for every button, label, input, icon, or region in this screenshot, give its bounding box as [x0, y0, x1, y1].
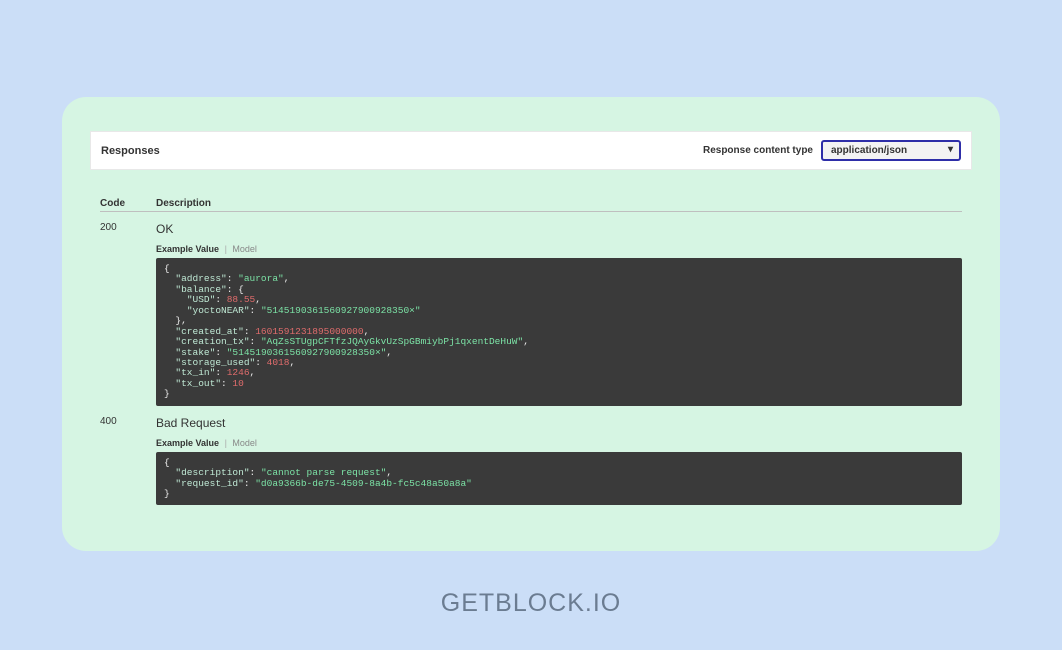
content-type-label: Response content type: [703, 145, 813, 156]
api-responses-card: Responses Response content type applicat…: [62, 97, 1000, 551]
tab-example-value[interactable]: Example Value: [156, 438, 219, 448]
content-type-wrap: Response content type application/json: [703, 140, 961, 161]
description-cell: OK Example Value | Model { "address": "a…: [156, 222, 962, 406]
responses-title: Responses: [101, 145, 160, 157]
content-type-select[interactable]: application/json: [821, 140, 961, 161]
status-text: OK: [156, 222, 962, 236]
example-code-200: { "address": "aurora", "balance": { "USD…: [156, 258, 962, 406]
example-tabs: Example Value | Model: [156, 438, 962, 448]
table-row: 200 OK Example Value | Model { "address"…: [100, 212, 962, 406]
tab-model[interactable]: Model: [232, 244, 257, 254]
tab-example-value[interactable]: Example Value: [156, 244, 219, 254]
responses-table: Code Description 200 OK Example Value | …: [90, 170, 972, 505]
description-cell: Bad Request Example Value | Model { "des…: [156, 416, 962, 506]
content-type-value: application/json: [831, 145, 907, 156]
table-row: 400 Bad Request Example Value | Model { …: [100, 406, 962, 506]
example-tabs: Example Value | Model: [156, 244, 962, 254]
example-code-400: { "description": "cannot parse request",…: [156, 452, 962, 506]
tab-model[interactable]: Model: [232, 438, 257, 448]
status-code: 400: [100, 416, 156, 506]
col-header-description: Description: [156, 198, 211, 209]
brand-footer: GETBLOCK.IO: [0, 589, 1062, 618]
col-header-code: Code: [100, 198, 156, 209]
status-text: Bad Request: [156, 416, 962, 430]
responses-header: Responses Response content type applicat…: [90, 131, 972, 170]
tab-separator: |: [225, 244, 227, 254]
status-code: 200: [100, 222, 156, 406]
tab-separator: |: [225, 438, 227, 448]
column-headers: Code Description: [100, 198, 962, 212]
